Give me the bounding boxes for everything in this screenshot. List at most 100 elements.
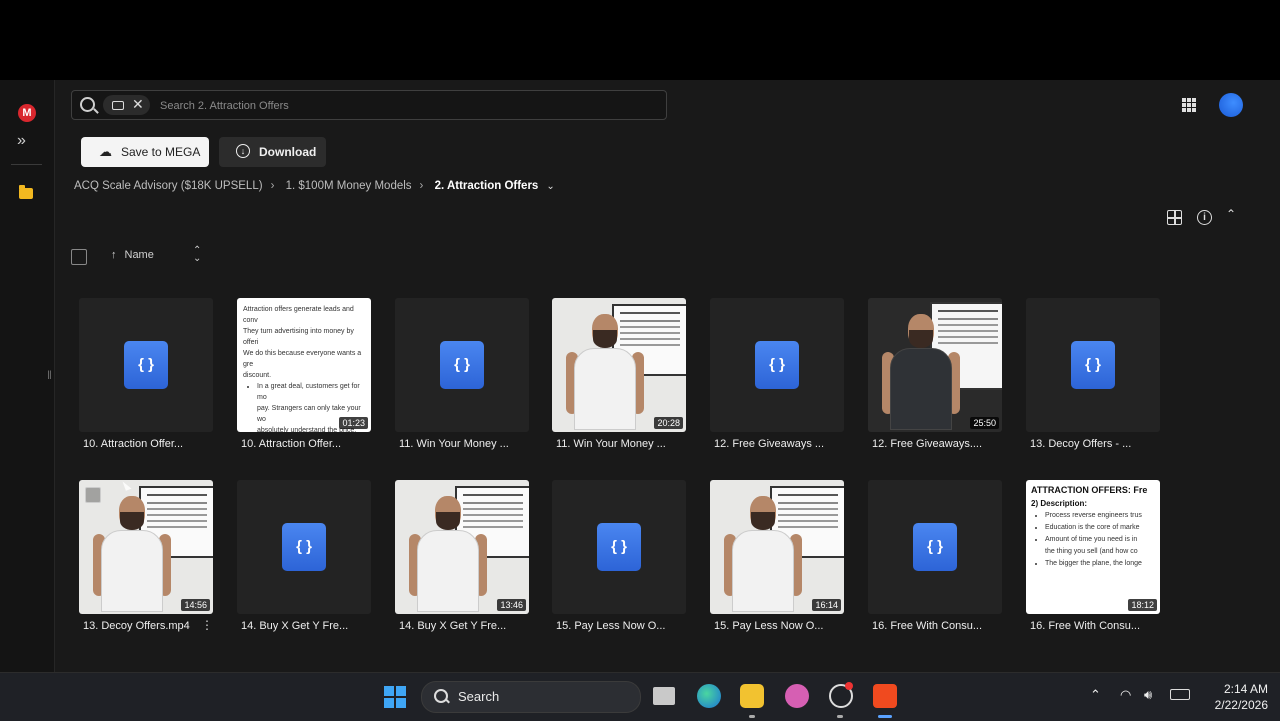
code-file-icon: { } [1071,341,1115,389]
windows-start-icon[interactable] [384,686,406,708]
clock-time: 2:14 AM [1223,682,1268,696]
sort-by-name[interactable]: ↑ Name ⌃ ⌄ [111,246,201,264]
chevron-up-icon[interactable]: ⌃ [1090,687,1101,703]
video-duration: 16:14 [812,599,841,611]
file-name[interactable]: 13. Decoy Offers - ... [1030,438,1180,450]
breadcrumb-current[interactable]: 2. Attraction Offers [435,180,539,192]
file-thumbnail[interactable]: { } [1026,298,1160,432]
expand-sidebar-icon[interactable]: » [17,132,26,150]
file-thumbnail[interactable]: Attraction offers generate leads and con… [237,298,371,432]
video-duration: 20:28 [654,417,683,429]
running-indicator [749,715,755,718]
notification-badge [845,682,853,690]
chevron-down-icon[interactable]: ⌄ [546,181,554,192]
edge-browser-icon[interactable] [697,684,721,708]
apps-grid-icon[interactable] [1182,98,1196,112]
active-indicator [878,715,892,718]
cloud-upload-icon: ☁ [99,144,112,159]
file-checkbox[interactable] [85,487,101,503]
folder-filter-chip[interactable]: ✕ [103,95,150,115]
running-indicator [837,715,843,718]
search-input[interactable] [158,95,642,117]
file-name[interactable]: 11. Win Your Money ... [399,438,549,450]
file-explorer-icon[interactable] [740,684,764,708]
presenter-beard [751,512,775,530]
file-name[interactable]: 15. Pay Less Now O... [714,620,864,632]
code-file-icon: { } [755,341,799,389]
doc-line: Amount of time you need is in [1045,534,1155,546]
file-name[interactable]: 14. Buy X Get Y Fre... [241,620,391,632]
mega-logo-icon[interactable]: M [18,104,36,122]
volume-icon[interactable]: 🔊︎ [1144,687,1152,703]
folder-icon [112,101,124,110]
sort-toggle-icon[interactable]: ⌃ ⌄ [193,246,201,264]
avatar[interactable] [1219,93,1243,117]
file-name[interactable]: 16. Free With Consu... [1030,620,1180,632]
file-thumbnail[interactable]: 20:28 [552,298,686,432]
breadcrumb-item[interactable]: 1. $100M Money Models [286,180,412,192]
search-icon[interactable] [80,97,95,112]
file-name[interactable]: 16. Free With Consu... [872,620,1022,632]
battery-icon[interactable] [1170,689,1190,700]
file-thumbnail[interactable]: 13:46 [395,480,529,614]
close-icon[interactable]: ✕ [132,96,144,113]
file-name[interactable]: 12. Free Giveaways.... [872,438,1022,450]
presenter-shirt [101,530,163,612]
app-icon[interactable] [785,684,809,708]
doc-line: The bigger the plane, the longe [1045,558,1155,570]
task-view-icon[interactable] [653,687,675,705]
file-thumbnail[interactable]: { } [868,480,1002,614]
save-to-mega-button[interactable]: ☁ Save to MEGA [81,137,209,167]
code-file-icon: { } [440,341,484,389]
grid-view-icon[interactable] [1167,210,1182,225]
doc-title: ATTRACTION OFFERS: Fre [1031,485,1148,495]
file-thumbnail[interactable]: { } [395,298,529,432]
file-thumbnail[interactable]: 16:14 [710,480,844,614]
doc-line: In a great deal, customers get for mo [257,381,365,403]
video-duration: 14:56 [181,599,210,611]
breadcrumb-item[interactable]: ACQ Scale Advisory ($18K UPSELL) [74,180,263,192]
resize-handle[interactable]: ‖ [47,368,52,382]
search-icon [434,689,448,703]
brave-browser-icon[interactable] [873,684,897,708]
file-name[interactable]: 11. Win Your Money ... [556,438,706,450]
info-icon[interactable]: i [1197,210,1212,225]
file-name[interactable]: 10. Attraction Offer... [241,438,391,450]
file-thumbnail[interactable]: { } [237,480,371,614]
file-name[interactable]: 15. Pay Less Now O... [556,620,706,632]
code-file-icon: { } [124,341,168,389]
arrow-up-icon: ↑ [111,249,117,261]
sort-label: Name [124,249,154,261]
document-preview: Attraction offers generate leads and con… [237,298,371,432]
file-thumbnail[interactable]: 25:50 [868,298,1002,432]
wifi-icon[interactable]: ◠ [1120,687,1131,703]
file-thumbnail[interactable]: { } [552,480,686,614]
more-options-icon[interactable]: ⋮ [201,618,213,632]
presenter-shirt [574,348,636,430]
file-thumbnail[interactable]: ATTRACTION OFFERS: Fre 2) Description: P… [1026,480,1160,614]
presenter-beard [436,512,460,530]
file-thumbnail[interactable]: { } [710,298,844,432]
file-thumbnail[interactable]: { } [79,298,213,432]
file-thumbnail[interactable]: 14:56 [79,480,213,614]
presenter-beard [120,512,144,530]
download-icon: ↓ [236,144,250,158]
doc-line: They turn advertising into money by offe… [243,328,354,346]
select-all-checkbox[interactable] [71,249,87,265]
download-button[interactable]: ↓ Download [219,137,326,167]
video-duration: 18:12 [1128,599,1157,611]
doc-line: Attraction offers generate leads and con… [243,306,354,324]
doc-subtitle: 2) Description: [1031,499,1088,508]
taskbar-search[interactable]: Search [421,681,641,713]
collapse-icon[interactable]: ⌃ [1226,207,1236,221]
file-name[interactable]: 10. Attraction Offer... [83,438,233,450]
presenter-beard [593,330,617,348]
file-name[interactable]: 12. Free Giveaways ... [714,438,864,450]
document-preview: ATTRACTION OFFERS: Fre 2) Description: P… [1026,480,1160,614]
clock[interactable]: 2:14 AM 2/22/2026 [1196,681,1268,713]
presenter-shirt [890,348,952,430]
cloud-drive-folder-icon[interactable] [19,185,33,199]
doc-line: Process reverse engineers trus [1045,510,1155,522]
file-name[interactable]: 14. Buy X Get Y Fre... [399,620,549,632]
video-duration: 01:23 [339,417,368,429]
